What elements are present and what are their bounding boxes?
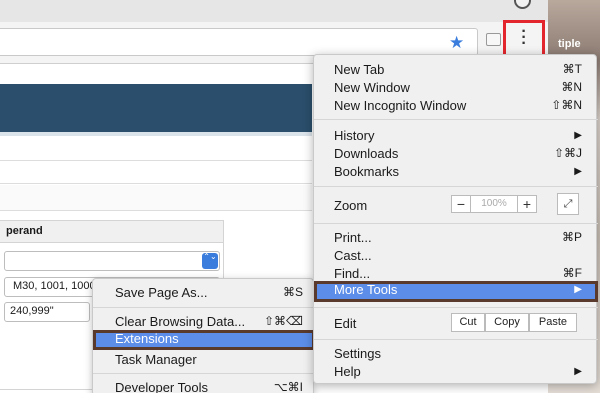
menu-item-extensions[interactable]: Extensions xyxy=(93,330,315,350)
fullscreen-icon[interactable]: ⤢ xyxy=(557,193,579,215)
menu-item-cast[interactable]: Cast... xyxy=(314,247,598,265)
chrome-main-menu: New Tab ⌘T New Window ⌘N New Incognito W… xyxy=(313,54,598,384)
menu-item-shortcut: ⌥⌘I xyxy=(273,380,303,393)
tab-strip xyxy=(0,0,600,22)
menu-item-label: New Window xyxy=(334,80,410,95)
operand-select[interactable]: ⌃⌄ xyxy=(4,251,220,271)
menu-item-label: Clear Browsing Data... xyxy=(115,314,246,329)
menu-separator xyxy=(314,307,598,308)
menu-item-task-manager[interactable]: Task Manager xyxy=(93,351,315,369)
menu-item-label: More Tools xyxy=(334,282,398,297)
page-subtoolbar xyxy=(0,185,312,211)
star-icon[interactable]: ★ xyxy=(449,33,464,53)
menu-separator xyxy=(93,307,315,308)
menu-item-label: Task Manager xyxy=(115,352,197,367)
menu-item-bookmarks[interactable]: Bookmarks ▶ xyxy=(314,163,598,181)
menu-item-save-page-as[interactable]: Save Page As... ⌘S xyxy=(93,284,315,302)
profile-circle-icon[interactable] xyxy=(514,0,531,9)
menu-item-label: New Tab xyxy=(334,62,385,77)
menu-separator xyxy=(314,339,598,340)
select-arrows-icon[interactable]: ⌃⌄ xyxy=(202,253,218,269)
menu-item-label: Find... xyxy=(334,266,371,281)
page-toolbar xyxy=(0,160,312,184)
menu-item-label: Downloads xyxy=(334,146,399,161)
menu-separator xyxy=(314,119,598,120)
page-banner xyxy=(0,84,312,132)
menu-item-label: Extensions xyxy=(115,331,179,346)
three-dot-menu-icon: · · · xyxy=(521,23,527,52)
operand-value-input[interactable]: 240,999" xyxy=(4,302,90,322)
menu-item-more-tools[interactable]: More Tools ▶ xyxy=(314,281,598,302)
extension-icon[interactable] xyxy=(486,33,501,46)
menu-separator xyxy=(314,223,598,224)
menu-item-history[interactable]: History ▶ xyxy=(314,127,598,145)
menu-item-shortcut: ⇧⌘⌫ xyxy=(263,314,303,328)
background-photo-text: tiple xyxy=(558,38,581,50)
edit-label: Edit xyxy=(334,316,357,331)
menu-item-shortcut: ⇧⌘J xyxy=(553,146,582,160)
menu-item-new-incognito-window[interactable]: New Incognito Window ⇧⌘N xyxy=(314,97,598,115)
submenu-arrow-icon: ▶ xyxy=(574,166,582,177)
address-bar[interactable]: ★ xyxy=(0,28,478,56)
menu-item-help[interactable]: Help ▶ xyxy=(314,363,598,381)
menu-item-label: Developer Tools xyxy=(115,380,208,393)
menu-item-shortcut: ⌘P xyxy=(561,230,582,244)
operand-value-text: 240,999" xyxy=(10,305,54,317)
zoom-label: Zoom xyxy=(334,198,368,213)
menu-item-label: Help xyxy=(334,364,361,379)
zoom-level: 100% xyxy=(471,195,517,213)
banner-divider xyxy=(0,132,312,136)
copy-button[interactable]: Copy xyxy=(485,313,529,332)
menu-item-label: Save Page As... xyxy=(115,285,208,300)
menu-item-shortcut: ⌘N xyxy=(561,80,582,94)
zoom-in-button[interactable]: + xyxy=(517,195,537,213)
operand-label: perand xyxy=(6,225,43,237)
menu-item-clear-browsing-data[interactable]: Clear Browsing Data... ⇧⌘⌫ xyxy=(93,313,315,331)
menu-item-label: Bookmarks xyxy=(334,164,400,179)
menu-item-shortcut: ⌘S xyxy=(282,285,303,299)
operand-header: perand xyxy=(0,221,223,243)
menu-item-label: Print... xyxy=(334,230,372,245)
menu-item-settings[interactable]: Settings xyxy=(314,345,598,363)
menu-item-downloads[interactable]: Downloads ⇧⌘J xyxy=(314,145,598,163)
menu-separator xyxy=(314,186,598,187)
menu-item-label: History xyxy=(334,128,375,143)
submenu-arrow-icon: ▶ xyxy=(574,366,582,377)
cut-button[interactable]: Cut xyxy=(451,313,485,332)
menu-item-label: Cast... xyxy=(334,248,372,263)
menu-item-shortcut: ⌘F xyxy=(562,266,582,280)
paste-button[interactable]: Paste xyxy=(529,313,577,332)
menu-separator xyxy=(93,373,315,374)
submenu-arrow-icon: ▶ xyxy=(574,284,582,295)
menu-item-developer-tools[interactable]: Developer Tools ⌥⌘I xyxy=(93,379,315,393)
zoom-out-button[interactable]: − xyxy=(451,195,471,213)
menu-item-shortcut: ⇧⌘N xyxy=(551,98,582,112)
menu-item-print[interactable]: Print... ⌘P xyxy=(314,229,598,247)
menu-item-shortcut: ⌘T xyxy=(562,62,582,76)
edit-row: Edit Cut Copy Paste xyxy=(314,312,598,334)
menu-item-new-window[interactable]: New Window ⌘N xyxy=(314,79,598,97)
menu-item-label: New Incognito Window xyxy=(334,98,467,113)
menu-item-new-tab[interactable]: New Tab ⌘T xyxy=(314,61,598,79)
menu-item-label: Settings xyxy=(334,346,381,361)
chrome-menu-button[interactable]: · · · xyxy=(503,20,545,58)
submenu-arrow-icon: ▶ xyxy=(574,130,582,141)
zoom-row: Zoom − 100% + ⤢ xyxy=(314,193,598,217)
more-tools-submenu: Save Page As... ⌘S Clear Browsing Data..… xyxy=(92,278,315,393)
